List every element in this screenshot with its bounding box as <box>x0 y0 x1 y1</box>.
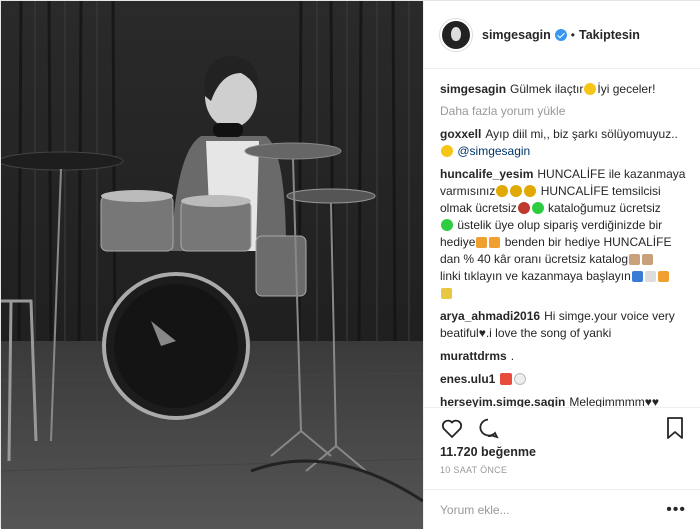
post-header: simgesagin • Takiptesin <box>424 1 700 69</box>
comment-username[interactable]: enes.ulu1 <box>440 372 495 386</box>
money-bag-emoji-icon <box>496 185 509 197</box>
gift-emoji-icon <box>657 271 669 282</box>
comment-item: herseyim.simge.saginMelegimmmm♥♥ ♥♥♥birt… <box>440 394 686 407</box>
comment-username[interactable]: herseyim.simge.sagin <box>440 395 565 407</box>
disappointed-emoji-icon <box>441 145 453 157</box>
comment-item: murattdrms. <box>440 348 686 365</box>
caption: simgesagin Gülmek ilaçtır İyi geceler! <box>440 81 686 98</box>
add-comment-bar: ••• <box>424 489 700 529</box>
more-options-icon[interactable]: ••• <box>666 501 686 519</box>
gift-emoji-icon <box>476 237 488 248</box>
header-username[interactable]: simgesagin <box>482 28 551 42</box>
red-emoji-icon <box>517 202 530 214</box>
gift-emoji-icon <box>489 237 501 248</box>
book-emoji-icon <box>642 254 654 265</box>
black-heart-emoji-icon: ♥ <box>478 326 486 340</box>
post-photo[interactable] <box>1 1 423 529</box>
dove-emoji-icon <box>514 373 527 385</box>
header-separator: • <box>570 27 575 42</box>
clover-emoji-icon <box>531 202 544 214</box>
phone-emoji-icon <box>631 271 643 282</box>
money-bag-emoji-icon <box>510 185 523 197</box>
comment-username[interactable]: arya_ahmadi2016 <box>440 309 540 323</box>
avatar[interactable] <box>440 18 472 51</box>
action-bar <box>424 407 700 447</box>
comment-text: kataloğumuz ücretsiz <box>548 201 661 215</box>
comment-text: . <box>510 349 515 363</box>
heart-icon[interactable] <box>440 416 464 440</box>
rose-emoji-icon <box>500 373 513 385</box>
comments-list: simgesagin Gülmek ilaçtır İyi geceler! Dah… <box>424 69 700 407</box>
post-side-panel: simgesagin • Takiptesin simgesagin Gülmek… <box>423 1 700 529</box>
caption-username[interactable]: simgesagin <box>440 82 506 96</box>
comment-username[interactable]: murattdrms <box>440 349 507 363</box>
star-emoji-icon <box>441 288 452 299</box>
comment-text: Ayıp diil mi,, biz şarkı sölüyomuyuz.. <box>485 127 678 141</box>
comment-text: linki tıklayın ve kazanmaya başlayın <box>440 269 631 283</box>
comment-item: huncalife_yesim HUNCALİFE ile kazanmaya v… <box>440 166 686 302</box>
load-more-comments-link[interactable]: Daha fazla yorum yükle <box>440 104 686 118</box>
comment-item: enes.ulu1 <box>440 371 686 388</box>
black-heart-emoji-icon: ♥♥ <box>644 395 659 407</box>
post-timestamp: 10 SAAT ÖNCE <box>440 465 508 475</box>
comment-username[interactable]: huncalife_yesim <box>440 167 533 181</box>
comment-mention-link[interactable]: @simgesagin <box>457 144 530 158</box>
comment-input[interactable] <box>440 502 667 517</box>
grinning-emoji-icon <box>584 83 597 95</box>
money-bag-emoji-icon <box>524 185 537 197</box>
drummer-photo-illustration <box>1 1 423 529</box>
book-emoji-icon <box>629 254 641 265</box>
likes-count[interactable]: 11.720 beğenme <box>440 445 536 459</box>
pencil-emoji-icon <box>644 271 656 282</box>
comment-item: arya_ahmadi2016 Hi simge.your voice very … <box>440 308 686 342</box>
clover-emoji-icon <box>441 219 453 231</box>
comment-text: .i love the song of yanki <box>485 326 612 340</box>
follow-status-button[interactable]: Takiptesin <box>579 28 640 42</box>
post-frame: simgesagin • Takiptesin simgesagin Gülmek… <box>0 0 700 529</box>
comment-text: Melegimmmm <box>569 395 645 407</box>
caption-text-end: İyi geceler! <box>597 82 656 96</box>
caption-text: Gülmek ilaçtır <box>510 82 584 96</box>
bookmark-icon[interactable] <box>664 416 686 440</box>
verified-badge-icon <box>554 28 567 41</box>
comment-icon[interactable] <box>476 416 500 440</box>
comment-username[interactable]: goxxell <box>440 127 481 141</box>
comment-item: goxxell Ayıp diil mi,, biz şarkı sölüyomu… <box>440 126 686 160</box>
